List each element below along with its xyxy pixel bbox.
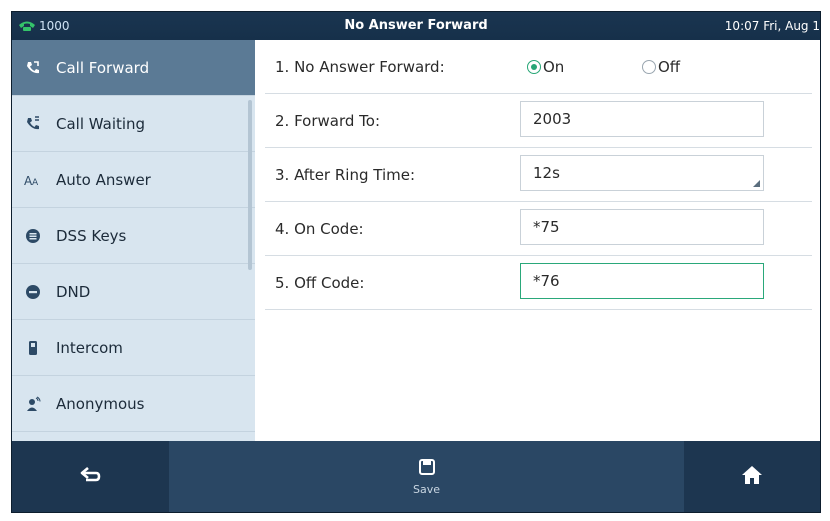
phone-screen: 1000 No Answer Forward 10:07 Fri, Aug 1 …	[11, 11, 821, 513]
home-button[interactable]	[684, 441, 820, 512]
on-code-label: 4. On Code:	[275, 220, 364, 238]
after-ring-time-value: 12s	[533, 164, 560, 182]
dss-keys-icon	[22, 226, 44, 246]
sidebar-item-label: Call Forward	[56, 58, 150, 77]
save-icon	[418, 458, 436, 480]
off-code-input[interactable]: *76	[520, 263, 764, 299]
radio-off[interactable]: Off	[642, 40, 680, 94]
call-forward-icon	[22, 58, 44, 78]
radio-on[interactable]: On	[527, 40, 564, 94]
sidebar-item-auto-answer[interactable]: A A Auto Answer	[12, 152, 255, 208]
forward-to-label: 2. Forward To:	[275, 112, 381, 130]
row-after-ring-time: 3. After Ring Time: 12s	[265, 148, 812, 202]
row-no-answer-forward: 1. No Answer Forward: On Off	[265, 40, 812, 94]
radio-off-label: Off	[658, 58, 681, 76]
page-title: No Answer Forward	[344, 18, 488, 33]
back-button[interactable]	[12, 441, 169, 512]
row-forward-to: 2. Forward To: 2003	[265, 94, 812, 148]
after-ring-time-label: 3. After Ring Time:	[275, 166, 416, 184]
off-code-label: 5. Off Code:	[275, 274, 365, 292]
forward-to-input[interactable]: 2003	[520, 101, 764, 137]
dnd-icon	[22, 282, 44, 302]
save-label: Save	[412, 482, 440, 496]
settings-form: 1. No Answer Forward: On Off 2. Forward …	[255, 40, 820, 441]
sidebar-scrollbar[interactable]	[248, 100, 252, 270]
sidebar-item-label: Auto Answer	[56, 170, 151, 189]
sidebar-item-dss-keys[interactable]: DSS Keys	[12, 208, 255, 264]
dropdown-corner-icon	[753, 180, 760, 187]
after-ring-time-select[interactable]: 12s	[520, 155, 764, 191]
call-waiting-icon	[22, 114, 44, 134]
intercom-icon	[22, 338, 44, 358]
radio-on-label: On	[543, 58, 565, 76]
radio-off-indicator	[642, 60, 656, 74]
sidebar-item-call-forward[interactable]: Call Forward	[12, 40, 255, 96]
save-button[interactable]: Save	[169, 441, 684, 512]
sidebar-item-dnd[interactable]: DND	[12, 264, 255, 320]
sidebar-item-label: DND	[56, 282, 91, 301]
svg-text:A: A	[32, 178, 39, 187]
features-sidebar: Call Forward Call Waiting A A Auto Answe…	[12, 40, 255, 441]
on-code-input[interactable]: *75	[520, 209, 764, 245]
anonymous-icon	[22, 394, 44, 414]
sidebar-item-label: DSS Keys	[56, 226, 127, 245]
auto-answer-icon: A A	[22, 170, 44, 190]
back-arrow-icon	[80, 466, 102, 488]
sidebar-item-anonymous[interactable]: Anonymous	[12, 376, 255, 432]
sidebar-item-call-waiting[interactable]: Call Waiting	[12, 96, 255, 152]
clock: 10:07 Fri, Aug 1	[724, 19, 820, 33]
radio-on-indicator	[527, 60, 541, 74]
no-answer-forward-label: 1. No Answer Forward:	[275, 58, 445, 76]
sidebar-item-intercom[interactable]: Intercom	[12, 320, 255, 376]
title-bar: 1000 No Answer Forward 10:07 Fri, Aug 1	[12, 12, 820, 40]
softkey-bar: Save	[12, 441, 820, 512]
sidebar-item-label: Intercom	[56, 338, 123, 357]
row-on-code: 4. On Code: *75	[265, 202, 812, 256]
sidebar-item-label: Call Waiting	[56, 114, 146, 133]
sidebar-item-label: Anonymous	[56, 394, 145, 413]
home-icon	[741, 465, 763, 489]
row-off-code: 5. Off Code: *76	[265, 256, 812, 310]
